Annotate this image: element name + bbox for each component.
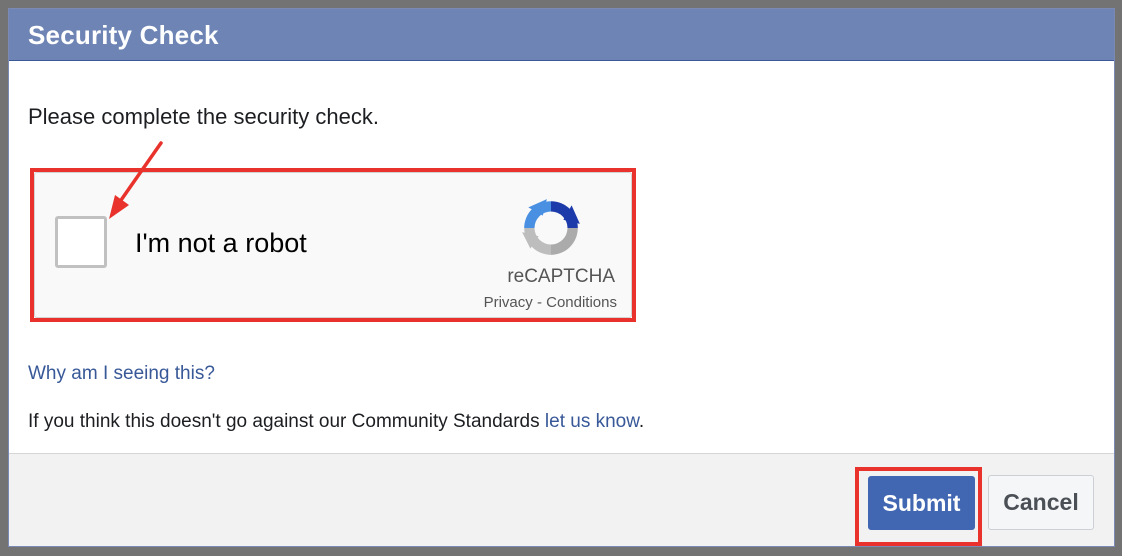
- not-a-robot-label: I'm not a robot: [135, 228, 307, 258]
- why-am-i-seeing-this-link[interactable]: Why am I seeing this?: [28, 363, 215, 385]
- arrow-icon: [109, 141, 163, 219]
- links-separator: -: [537, 294, 546, 311]
- separator-glyph: -: [536, 294, 542, 311]
- submit-button[interactable]: Submit: [868, 476, 975, 530]
- recaptcha-brand-text: reCAPTCHA: [507, 266, 615, 287]
- conditions-link[interactable]: Conditions: [546, 294, 617, 311]
- privacy-link[interactable]: Privacy: [484, 294, 533, 311]
- community-standards-text: If you think this doesn't go against our…: [28, 411, 644, 433]
- dialog-header: Security Check: [9, 9, 1114, 61]
- recaptcha-logo-icon: [522, 199, 580, 255]
- recaptcha-links: Privacy - Conditions: [484, 294, 617, 311]
- standards-sentence: If you think this doesn't go against our…: [28, 411, 540, 432]
- security-check-prompt: Please complete the security check.: [28, 104, 379, 129]
- not-a-robot-checkbox[interactable]: [55, 216, 107, 268]
- let-us-know-link[interactable]: let us know: [545, 411, 639, 432]
- cancel-button[interactable]: Cancel: [988, 475, 1094, 530]
- security-check-dialog: Security Check Please complete the secur…: [8, 8, 1115, 547]
- dialog-title: Security Check: [28, 20, 219, 50]
- standards-period: .: [638, 411, 645, 432]
